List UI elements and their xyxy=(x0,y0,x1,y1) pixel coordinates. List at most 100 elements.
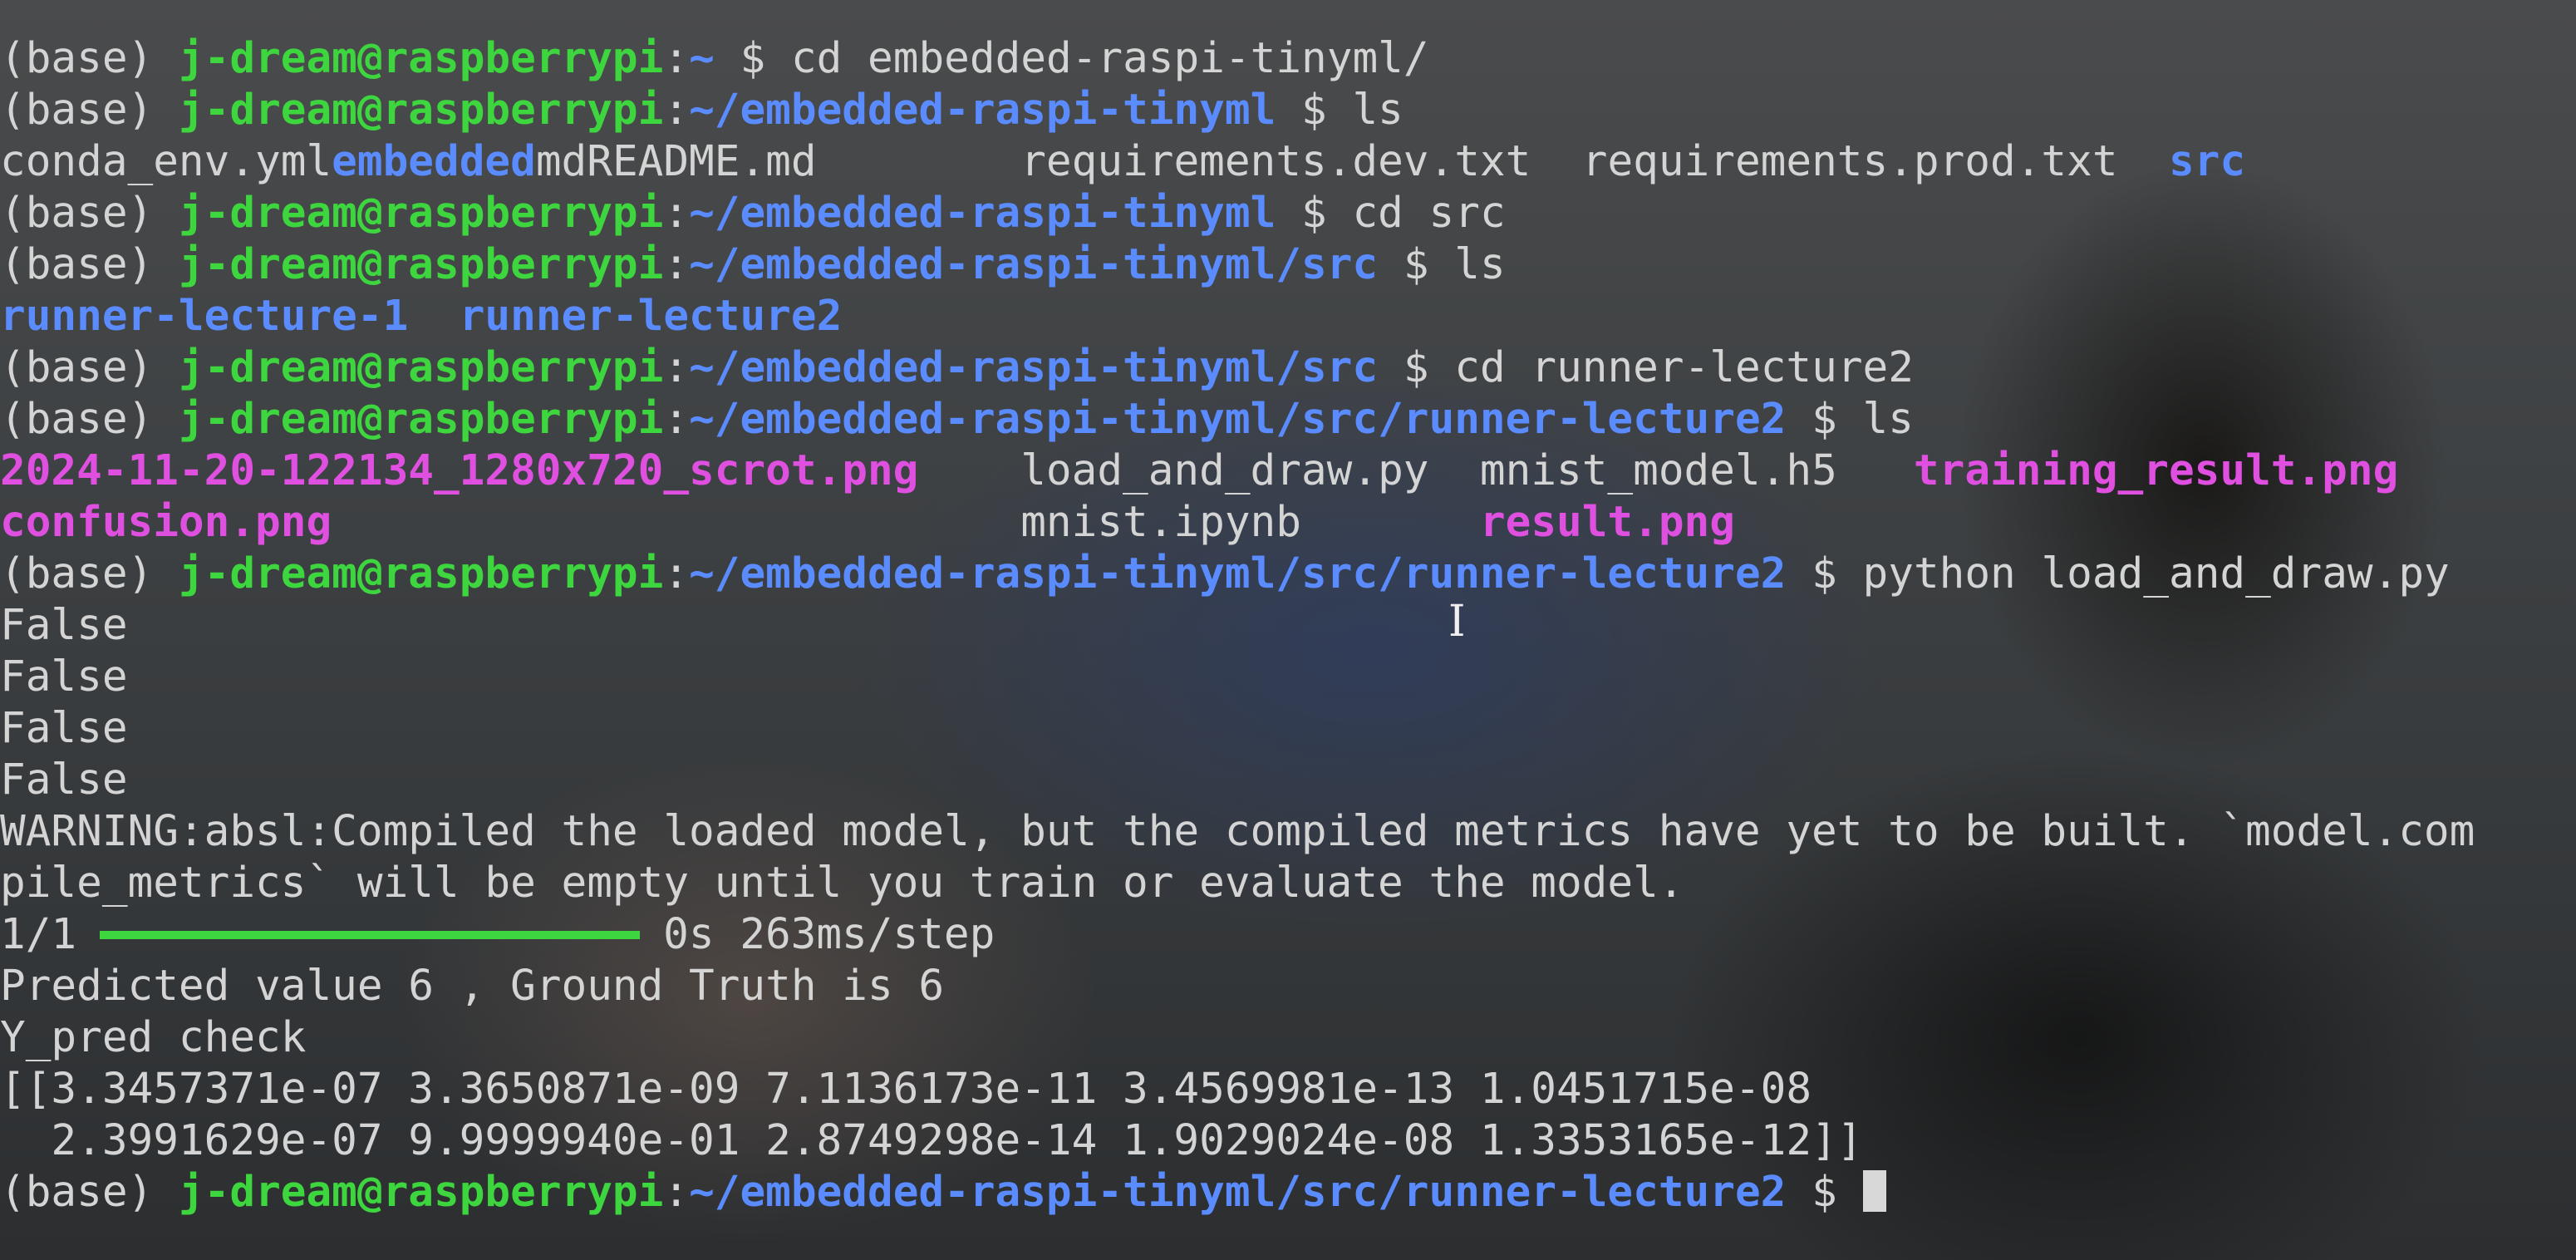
file-entry: load_and_draw.py xyxy=(1020,446,1429,495)
command-text: cd runner-lecture2 xyxy=(1454,343,1914,392)
terminal-line: Y_pred check xyxy=(0,1012,2576,1064)
terminal-line: (base) j-dream@raspberrypi:~/embedded-ra… xyxy=(0,1167,2576,1218)
terminal-line: confusion.png mnist.ipynb result.png xyxy=(0,497,2576,549)
command-text: cd embedded-raspi-tinyml/ xyxy=(790,34,1429,83)
output-text: pile_metrics` will be empty until you tr… xyxy=(0,859,1684,908)
file-entry: README.md xyxy=(587,137,817,186)
prompt-user-host: j-dream@raspberrypi xyxy=(178,189,664,238)
file-entry: mnist_model.h5 xyxy=(1479,446,1837,495)
conda-env-label: (base) xyxy=(0,86,154,135)
terminal-output[interactable]: (base) j-dream@raspberrypi:~ $ cd embedd… xyxy=(0,33,2576,1218)
prompt-separator: : xyxy=(663,240,690,289)
directory-entry: runner-lecture-1 xyxy=(0,292,409,341)
conda-env-label: (base) xyxy=(0,34,154,83)
terminal-line: (base) j-dream@raspberrypi:~/embedded-ra… xyxy=(0,85,2576,136)
output-text: False xyxy=(0,652,128,701)
prompt-symbol: $ xyxy=(1301,86,1327,135)
prompt-user-host: j-dream@raspberrypi xyxy=(178,1168,664,1217)
command-text: ls xyxy=(1454,240,1506,289)
prompt-symbol: $ xyxy=(740,34,766,83)
terminal-line: (base) j-dream@raspberrypi:~/embedded-ra… xyxy=(0,394,2576,445)
terminal-line: False xyxy=(0,652,2576,703)
image-file-entry: result.png xyxy=(1479,498,1735,547)
image-file-entry: training_result.png xyxy=(1913,446,2399,495)
prompt-path: ~/embedded-raspi-tinyml/src/runner-lectu… xyxy=(689,395,1787,444)
prompt-path: ~ xyxy=(689,34,715,83)
terminal-line: WARNING:absl:Compiled the loaded model, … xyxy=(0,806,2576,858)
terminal-line: (base) j-dream@raspberrypi:~/embedded-ra… xyxy=(0,188,2576,239)
prompt-user-host: j-dream@raspberrypi xyxy=(178,549,664,598)
prompt-separator: : xyxy=(663,343,690,392)
conda-env-label: (base) xyxy=(0,1168,154,1217)
output-text: [[3.3457371e-07 3.3650871e-09 7.1136173e… xyxy=(0,1065,1812,1114)
output-text: WARNING:absl:Compiled the loaded model, … xyxy=(0,807,2475,856)
terminal-line: (base) j-dream@raspberrypi:~ $ cd embedd… xyxy=(0,33,2576,85)
prompt-user-host: j-dream@raspberrypi xyxy=(178,343,664,392)
terminal-line: 1/1 0s 263ms/step xyxy=(0,909,2576,961)
prompt-symbol: $ xyxy=(1301,189,1327,238)
terminal-line: conda_env.ymlembeddedmdREADME.md require… xyxy=(0,136,2576,188)
output-text: Predicted value 6 , Ground Truth is 6 xyxy=(0,962,945,1011)
directory-entry: runner-lecture2 xyxy=(459,292,843,341)
prompt-path: ~/embedded-raspi-tinyml xyxy=(689,86,1276,135)
image-file-entry: 2024-11-20-122134_1280x720_scrot.png xyxy=(0,446,919,495)
file-entry: requirements.dev.txt xyxy=(1020,137,1531,186)
prompt-user-host: j-dream@raspberrypi xyxy=(178,34,664,83)
conda-env-label: (base) xyxy=(0,240,154,289)
text-cursor-ibeam-icon: I xyxy=(1448,597,1466,647)
terminal-line: pile_metrics` will be empty until you tr… xyxy=(0,858,2576,909)
prompt-symbol: $ xyxy=(1812,395,1837,444)
prompt-path: ~/embedded-raspi-tinyml/src xyxy=(689,343,1379,392)
prompt-path: ~/embedded-raspi-tinyml/src/runner-lectu… xyxy=(689,1168,1787,1217)
command-text: cd src xyxy=(1352,189,1506,238)
output-text: 2.3991629e-07 9.9999940e-01 2.8749298e-1… xyxy=(0,1116,1863,1165)
command-text: ls xyxy=(1862,395,1914,444)
conda-env-label: (base) xyxy=(0,189,154,238)
progress-bar xyxy=(100,931,641,939)
prompt-user-host: j-dream@raspberrypi xyxy=(178,395,664,444)
terminal-window[interactable]: (base) j-dream@raspberrypi:~ $ cd embedd… xyxy=(0,0,2576,1260)
prompt-separator: : xyxy=(663,1168,690,1217)
prompt-separator: : xyxy=(663,86,690,135)
output-text: False xyxy=(0,601,128,650)
terminal-line: False xyxy=(0,755,2576,806)
terminal-line: (base) j-dream@raspberrypi:~/embedded-ra… xyxy=(0,342,2576,394)
output-text: False xyxy=(0,704,128,753)
prompt-separator: : xyxy=(663,189,690,238)
prompt-symbol: $ xyxy=(1403,240,1429,289)
directory-entry: src xyxy=(2168,137,2246,186)
file-entry: conda_env.yml xyxy=(0,137,332,186)
terminal-line: (base) j-dream@raspberrypi:~/embedded-ra… xyxy=(0,549,2576,600)
terminal-line: [[3.3457371e-07 3.3650871e-09 7.1136173e… xyxy=(0,1064,2576,1115)
progress-timing: 0s 263ms/step xyxy=(663,910,995,959)
prompt-path: ~/embedded-raspi-tinyml/src xyxy=(689,240,1379,289)
prompt-symbol: $ xyxy=(1403,343,1429,392)
prompt-separator: : xyxy=(663,549,690,598)
terminal-line: 2024-11-20-122134_1280x720_scrot.png loa… xyxy=(0,445,2576,497)
prompt-separator: : xyxy=(663,395,690,444)
terminal-line: runner-lecture-1 runner-lecture2 xyxy=(0,291,2576,342)
conda-env-label: (base) xyxy=(0,343,154,392)
command-text: ls xyxy=(1352,86,1404,135)
conda-env-label: (base) xyxy=(0,549,154,598)
terminal-line: Predicted value 6 , Ground Truth is 6 xyxy=(0,961,2576,1012)
terminal-line: 2.3991629e-07 9.9999940e-01 2.8749298e-1… xyxy=(0,1115,2576,1167)
prompt-path: ~/embedded-raspi-tinyml/src/runner-lectu… xyxy=(689,549,1787,598)
output-text: False xyxy=(0,756,128,805)
prompt-symbol: $ xyxy=(1812,1168,1837,1217)
terminal-line: False xyxy=(0,703,2576,755)
file-entry: md xyxy=(535,137,587,186)
progress-step: 1/1 xyxy=(0,910,77,959)
conda-env-label: (base) xyxy=(0,395,154,444)
prompt-separator: : xyxy=(663,34,690,83)
image-file-entry: confusion.png xyxy=(0,498,332,547)
block-cursor xyxy=(1862,1170,1886,1212)
directory-entry: embedded xyxy=(332,137,536,186)
file-entry: requirements.prod.txt xyxy=(1581,137,2118,186)
prompt-user-host: j-dream@raspberrypi xyxy=(178,86,664,135)
prompt-user-host: j-dream@raspberrypi xyxy=(178,240,664,289)
terminal-line: (base) j-dream@raspberrypi:~/embedded-ra… xyxy=(0,239,2576,291)
prompt-path: ~/embedded-raspi-tinyml xyxy=(689,189,1276,238)
file-entry: mnist.ipynb xyxy=(1020,498,1301,547)
prompt-symbol: $ xyxy=(1812,549,1837,598)
